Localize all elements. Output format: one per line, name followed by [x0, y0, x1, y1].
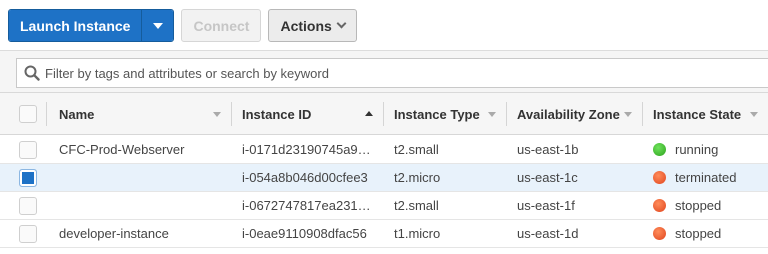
cell-availability-zone: us-east-1d — [517, 226, 579, 241]
column-header-availability-zone[interactable]: Availability Zone — [506, 93, 642, 135]
column-header-name[interactable]: Name — [46, 93, 231, 135]
search-box — [16, 58, 768, 88]
cell-instance-id: i-054a8b046d00cfee3 — [242, 170, 368, 185]
state-label: running — [675, 142, 719, 157]
launch-instance-dropdown-button[interactable] — [142, 10, 174, 41]
column-header-label: Instance Type — [394, 106, 480, 122]
state-label: stopped — [675, 226, 722, 241]
cell-instance-type: t2.small — [394, 198, 439, 213]
column-header-label: Instance State — [653, 106, 742, 122]
filter-bar — [0, 50, 768, 92]
chevron-down-icon — [336, 18, 347, 29]
caret-down-icon — [152, 22, 163, 29]
status-running-icon — [653, 143, 666, 156]
table-header: Name Instance ID Instance Type Availabil… — [0, 93, 768, 135]
instances-table: Name Instance ID Instance Type Availabil… — [0, 92, 768, 254]
table-row[interactable]: developer-instance i-0eae9110908dfac56 t… — [0, 220, 768, 248]
sort-ascending-icon — [365, 111, 373, 116]
cell-instance-id: i-0672747817ea231… — [242, 198, 371, 213]
cell-name — [59, 192, 229, 219]
cell-instance-state: stopped — [653, 220, 768, 247]
cell-instance-state: terminated — [653, 164, 768, 191]
cell-availability-zone: us-east-1c — [517, 170, 578, 185]
row-checkbox[interactable] — [19, 169, 37, 187]
table-row[interactable]: i-054a8b046d00cfee3 t2.micro us-east-1c … — [0, 164, 768, 192]
cell-instance-type: t2.small — [394, 142, 439, 157]
cell-availability-zone: us-east-1f — [517, 198, 575, 213]
column-header-instance-id[interactable]: Instance ID — [231, 93, 383, 135]
cell-name: developer-instance — [59, 226, 169, 241]
column-header-instance-type[interactable]: Instance Type — [383, 93, 506, 135]
search-input[interactable] — [45, 65, 645, 81]
sort-icon — [488, 112, 496, 117]
table-row[interactable]: i-0672747817ea231… t2.small us-east-1f s… — [0, 192, 768, 220]
launch-instance-split-button: Launch Instance — [8, 9, 175, 42]
sort-icon — [624, 112, 632, 117]
cell-availability-zone: us-east-1b — [517, 142, 579, 157]
cell-instance-type: t2.micro — [394, 170, 441, 185]
row-checkbox[interactable] — [19, 141, 37, 159]
connect-button[interactable]: Connect — [181, 9, 262, 42]
row-checkbox[interactable] — [19, 225, 37, 243]
sort-icon — [213, 112, 221, 117]
actions-button[interactable]: Actions — [268, 9, 357, 42]
select-all-checkbox[interactable] — [19, 105, 37, 123]
column-header-label: Instance ID — [242, 106, 312, 122]
search-icon — [24, 65, 40, 81]
launch-instance-button[interactable]: Launch Instance — [9, 10, 143, 41]
cell-instance-type: t1.micro — [394, 226, 441, 241]
state-label: terminated — [675, 170, 737, 185]
cell-instance-state: stopped — [653, 192, 768, 219]
column-header-label: Availability Zone — [517, 106, 620, 122]
status-stopped-icon — [653, 199, 666, 212]
cell-instance-id: i-0171d23190745a9… — [242, 142, 371, 157]
cell-name: CFC-Prod-Webserver — [59, 142, 185, 157]
cell-name — [59, 164, 229, 191]
actions-label: Actions — [280, 17, 332, 34]
status-terminated-icon — [653, 171, 666, 184]
column-header-instance-state[interactable]: Instance State — [642, 93, 768, 135]
toolbar: Launch Instance Connect Actions — [8, 9, 357, 42]
row-checkbox[interactable] — [19, 197, 37, 215]
cell-instance-state: running — [653, 136, 768, 163]
table-row[interactable]: CFC-Prod-Webserver i-0171d23190745a9… t2… — [0, 136, 768, 164]
column-header-label: Name — [59, 106, 95, 122]
sort-icon — [750, 112, 758, 117]
status-stopped-icon — [653, 227, 666, 240]
cell-instance-id: i-0eae9110908dfac56 — [242, 226, 367, 241]
state-label: stopped — [675, 198, 722, 213]
